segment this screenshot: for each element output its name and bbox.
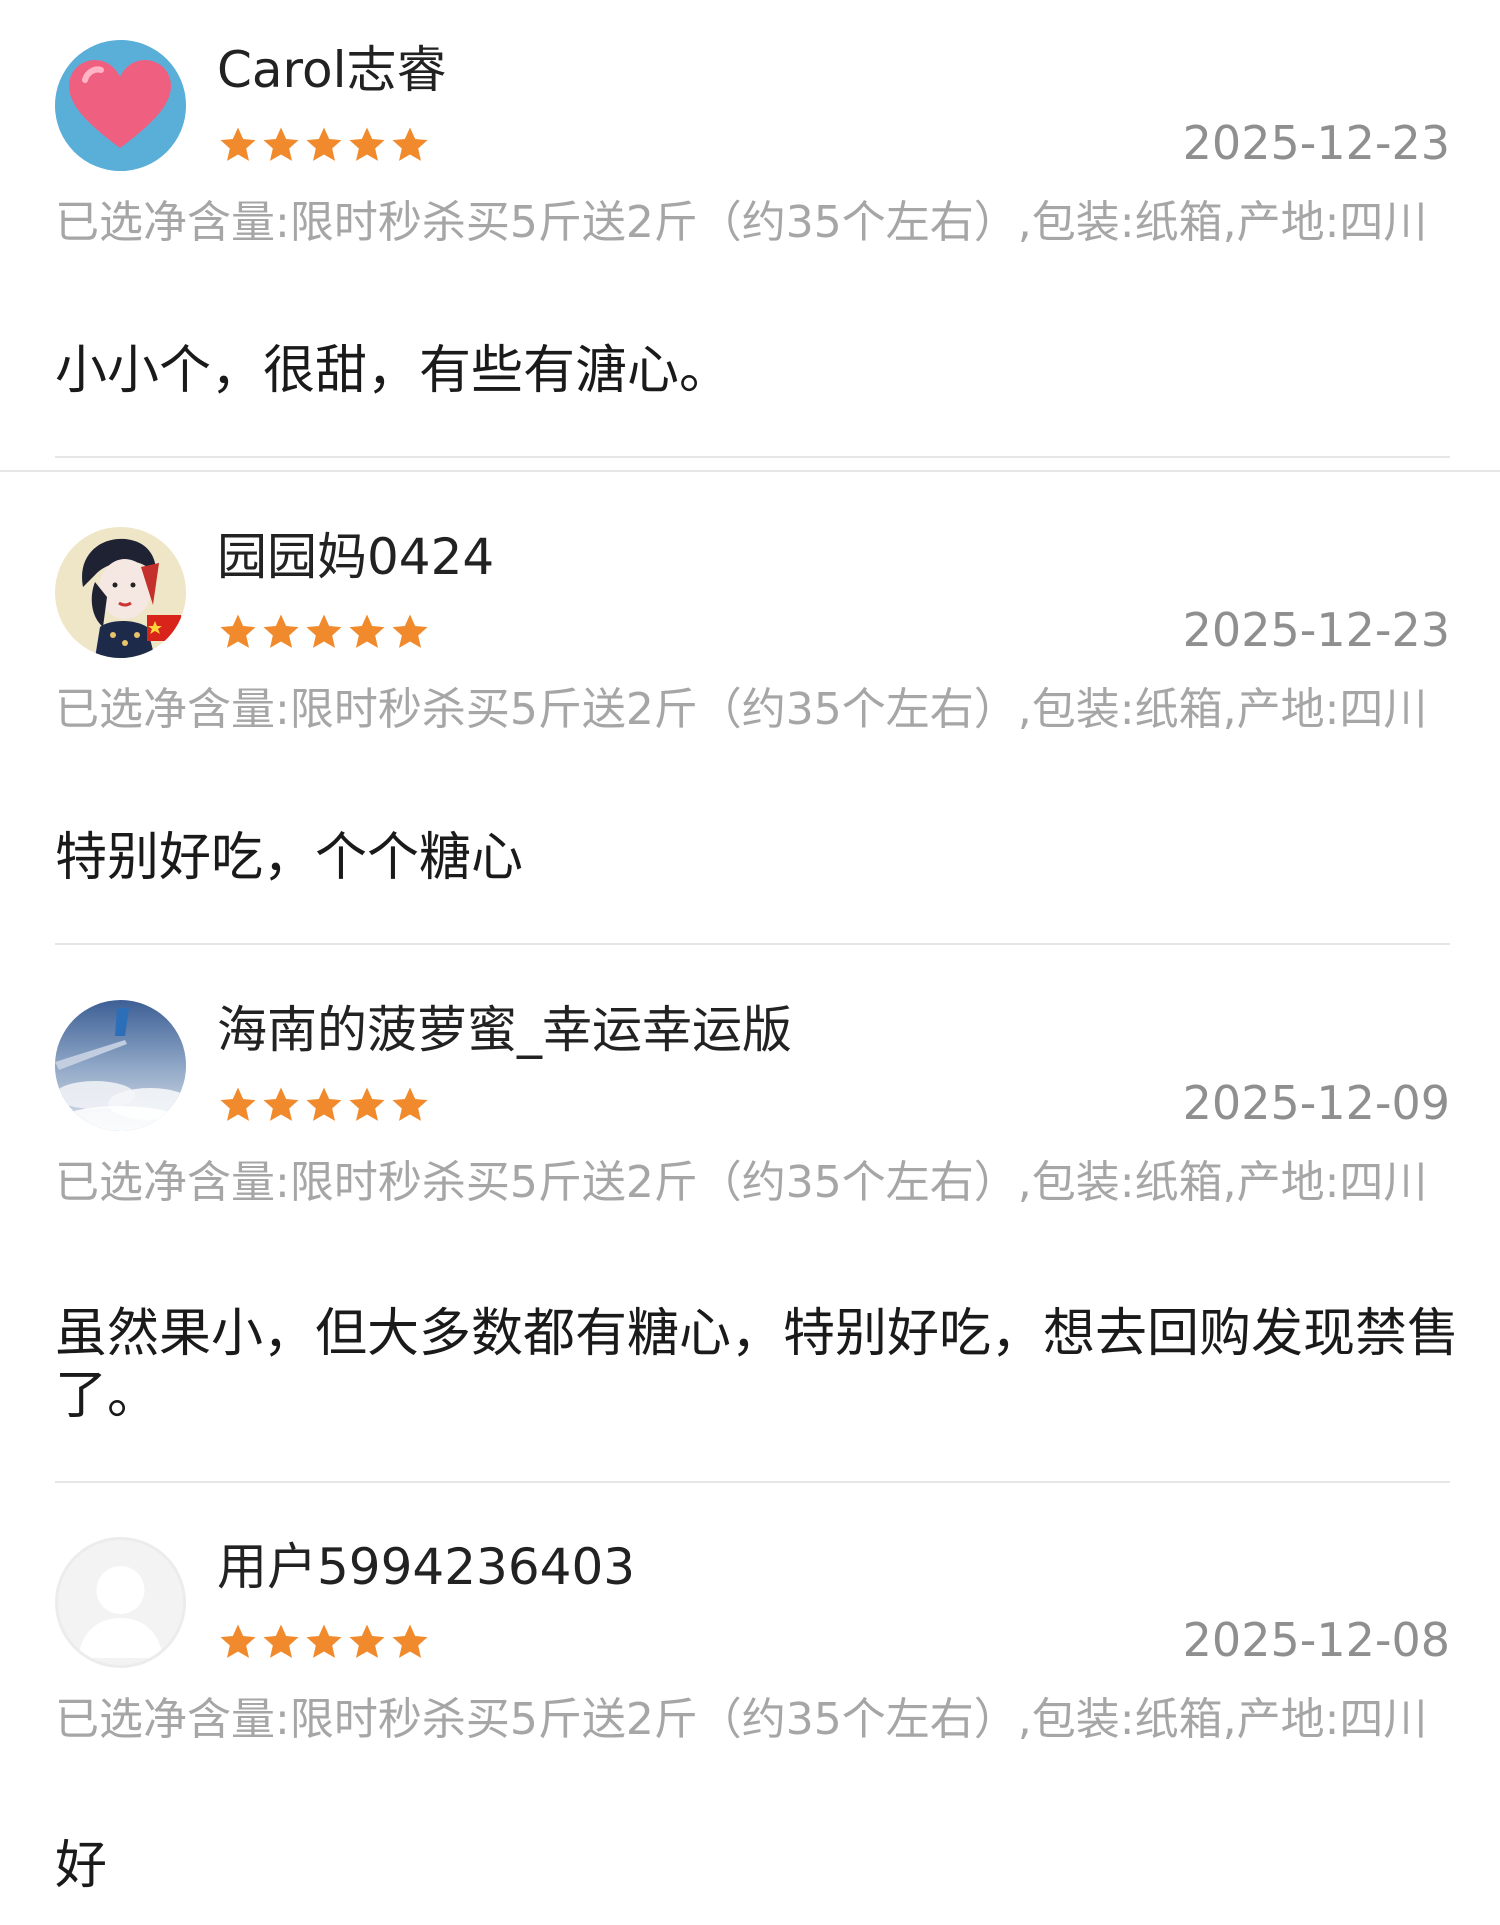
avatar[interactable] (55, 527, 186, 658)
review-date: 2025-12-08 (1182, 1613, 1450, 1667)
review-date: 2025-12-23 (1182, 603, 1450, 657)
star-icon (306, 127, 342, 161)
divider (55, 1481, 1450, 1483)
review-text: 好 (55, 1836, 108, 1896)
heart-icon (55, 40, 186, 171)
avatar[interactable] (55, 40, 186, 171)
review-text: 特别好吃，个个糖心 (55, 828, 524, 888)
selected-spec: 已选净含量:限时秒杀买5斤送2斤（约35个左右）,包装:纸箱,产地:四川 (55, 1157, 1428, 1208)
selected-spec: 已选净含量:限时秒杀买5斤送2斤（约35个左右）,包装:纸箱,产地:四川 (55, 684, 1428, 735)
star-icon (306, 614, 342, 648)
airplane-wing-sky-icon (55, 1000, 186, 1131)
star-icon (306, 1087, 342, 1121)
star-icon (392, 1624, 428, 1658)
star-icon (349, 1624, 385, 1658)
username[interactable]: 园园妈0424 (217, 527, 494, 587)
divider (55, 456, 1450, 458)
username[interactable]: 用户5994236403 (217, 1537, 635, 1597)
divider (55, 943, 1450, 945)
star-icon (220, 127, 256, 161)
avatar[interactable] (55, 1537, 186, 1668)
star-icon (263, 127, 299, 161)
star-icon (220, 1087, 256, 1121)
star-icon (263, 1624, 299, 1658)
username[interactable]: Carol志睿 (217, 40, 447, 100)
star-icon (392, 614, 428, 648)
selected-spec: 已选净含量:限时秒杀买5斤送2斤（约35个左右）,包装:纸箱,产地:四川 (55, 1694, 1428, 1745)
star-icon (306, 1624, 342, 1658)
star-icon (349, 127, 385, 161)
selected-spec: 已选净含量:限时秒杀买5斤送2斤（约35个左右）,包装:纸箱,产地:四川 (55, 197, 1428, 248)
star-icon (263, 614, 299, 648)
review-date: 2025-12-23 (1182, 116, 1450, 170)
star-icon (349, 614, 385, 648)
star-icon (220, 1624, 256, 1658)
star-icon (392, 127, 428, 161)
username[interactable]: 海南的菠萝蜜_幸运幸运版 (217, 1000, 792, 1060)
star-icon (392, 1087, 428, 1121)
star-rating (218, 1622, 430, 1662)
default-user-icon (58, 1540, 183, 1665)
review-date: 2025-12-09 (1182, 1076, 1450, 1130)
star-icon (263, 1087, 299, 1121)
illustrated-woman-icon (55, 527, 186, 658)
review-text: 虽然果小，但大多数都有糖心，特别好吃，想去回购发现禁售了。 (55, 1304, 1460, 1426)
avatar[interactable] (55, 1000, 186, 1131)
star-rating (218, 1085, 430, 1125)
star-icon (220, 614, 256, 648)
divider (0, 470, 1500, 472)
star-rating (218, 125, 430, 165)
star-icon (349, 1087, 385, 1121)
review-text: 小小个，很甜，有些有溏心。 (55, 341, 732, 401)
star-rating (218, 612, 430, 652)
